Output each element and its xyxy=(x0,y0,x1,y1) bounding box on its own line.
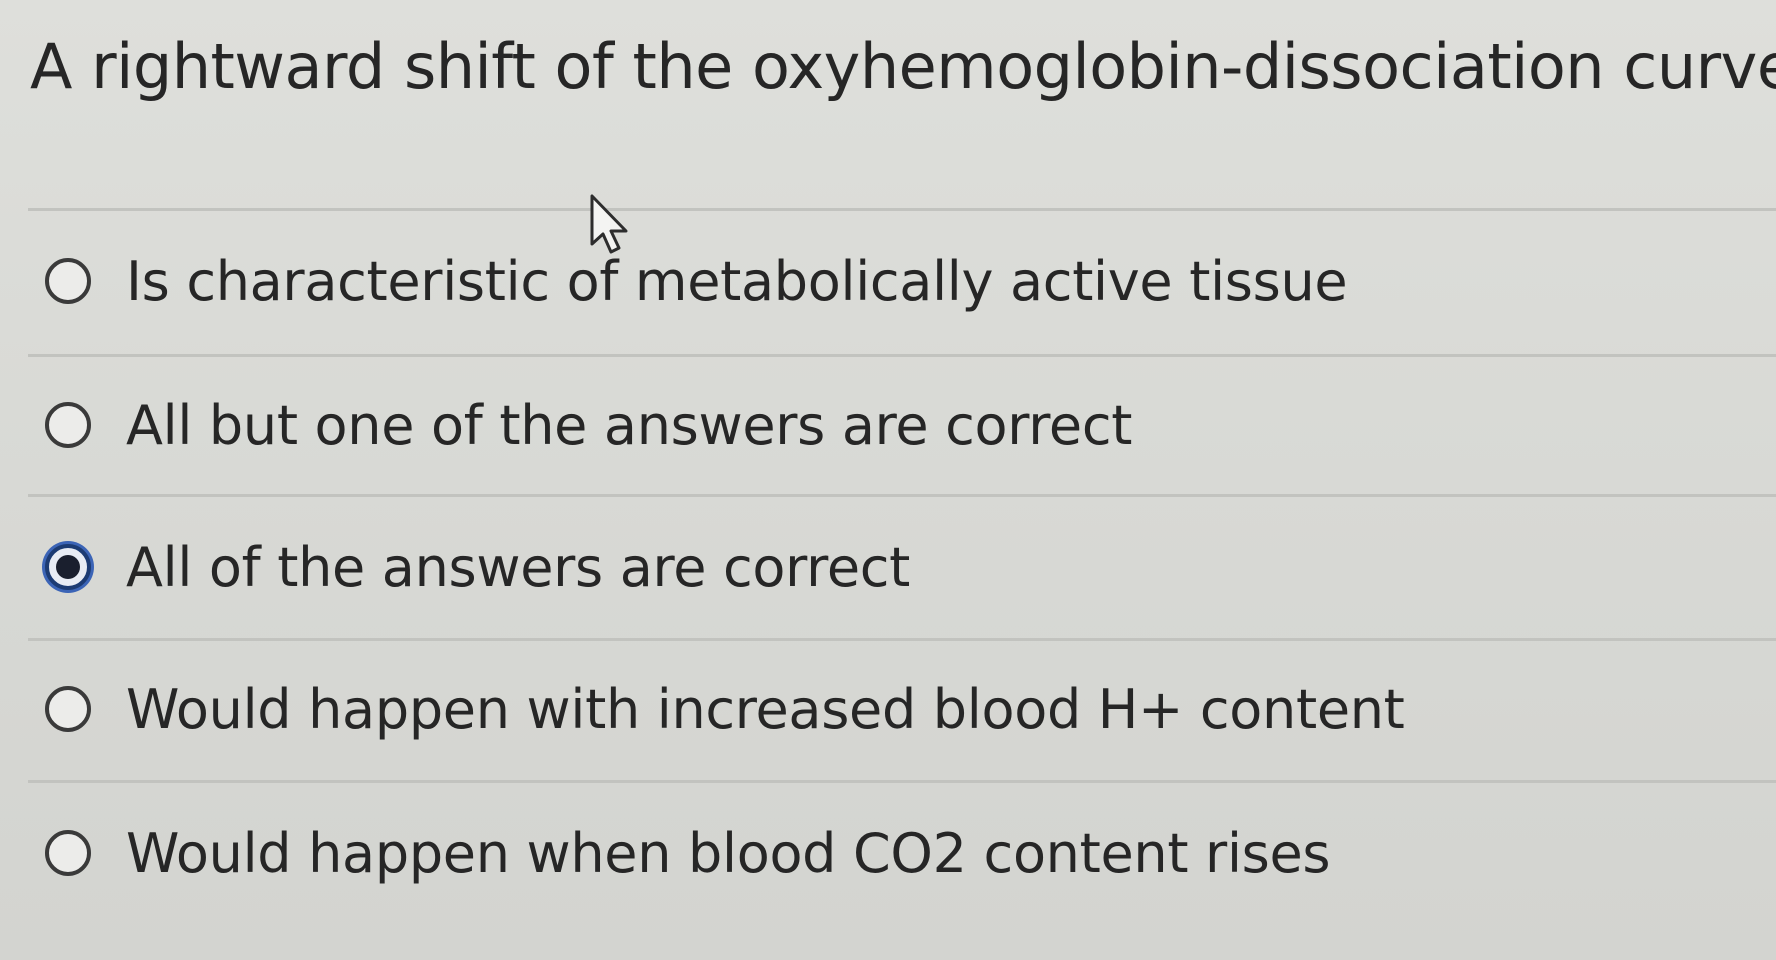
answer-option-all-correct[interactable]: All of the answers are correct xyxy=(0,500,1776,640)
radio-button[interactable] xyxy=(45,686,91,732)
divider xyxy=(28,354,1776,357)
radio-button[interactable] xyxy=(45,258,91,304)
option-label: Would happen with increased blood H+ con… xyxy=(126,678,1405,741)
mouse-pointer-arrow-icon xyxy=(590,194,628,254)
answer-option-metabolically-active-tissue[interactable]: Is characteristic of metabolically activ… xyxy=(0,214,1776,354)
radio-button-selected[interactable] xyxy=(45,544,91,590)
question-text: A rightward shift of the oxyhemoglobin-d… xyxy=(30,30,1776,103)
option-label: Would happen when blood CO2 content rise… xyxy=(126,822,1331,885)
option-label: All but one of the answers are correct xyxy=(126,394,1133,457)
answer-option-co2-rises[interactable]: Would happen when blood CO2 content rise… xyxy=(0,786,1776,926)
radio-button[interactable] xyxy=(45,402,91,448)
divider xyxy=(28,638,1776,641)
radio-button[interactable] xyxy=(45,830,91,876)
radio-selected-dot xyxy=(56,555,80,579)
divider xyxy=(28,780,1776,783)
option-label: All of the answers are correct xyxy=(126,536,911,599)
quiz-page: A rightward shift of the oxyhemoglobin-d… xyxy=(0,0,1776,960)
divider xyxy=(28,208,1776,211)
option-label: Is characteristic of metabolically activ… xyxy=(126,250,1348,313)
answer-option-all-but-one-correct[interactable]: All but one of the answers are correct xyxy=(0,358,1776,498)
divider xyxy=(28,494,1776,497)
answer-option-increased-h-content[interactable]: Would happen with increased blood H+ con… xyxy=(0,642,1776,782)
